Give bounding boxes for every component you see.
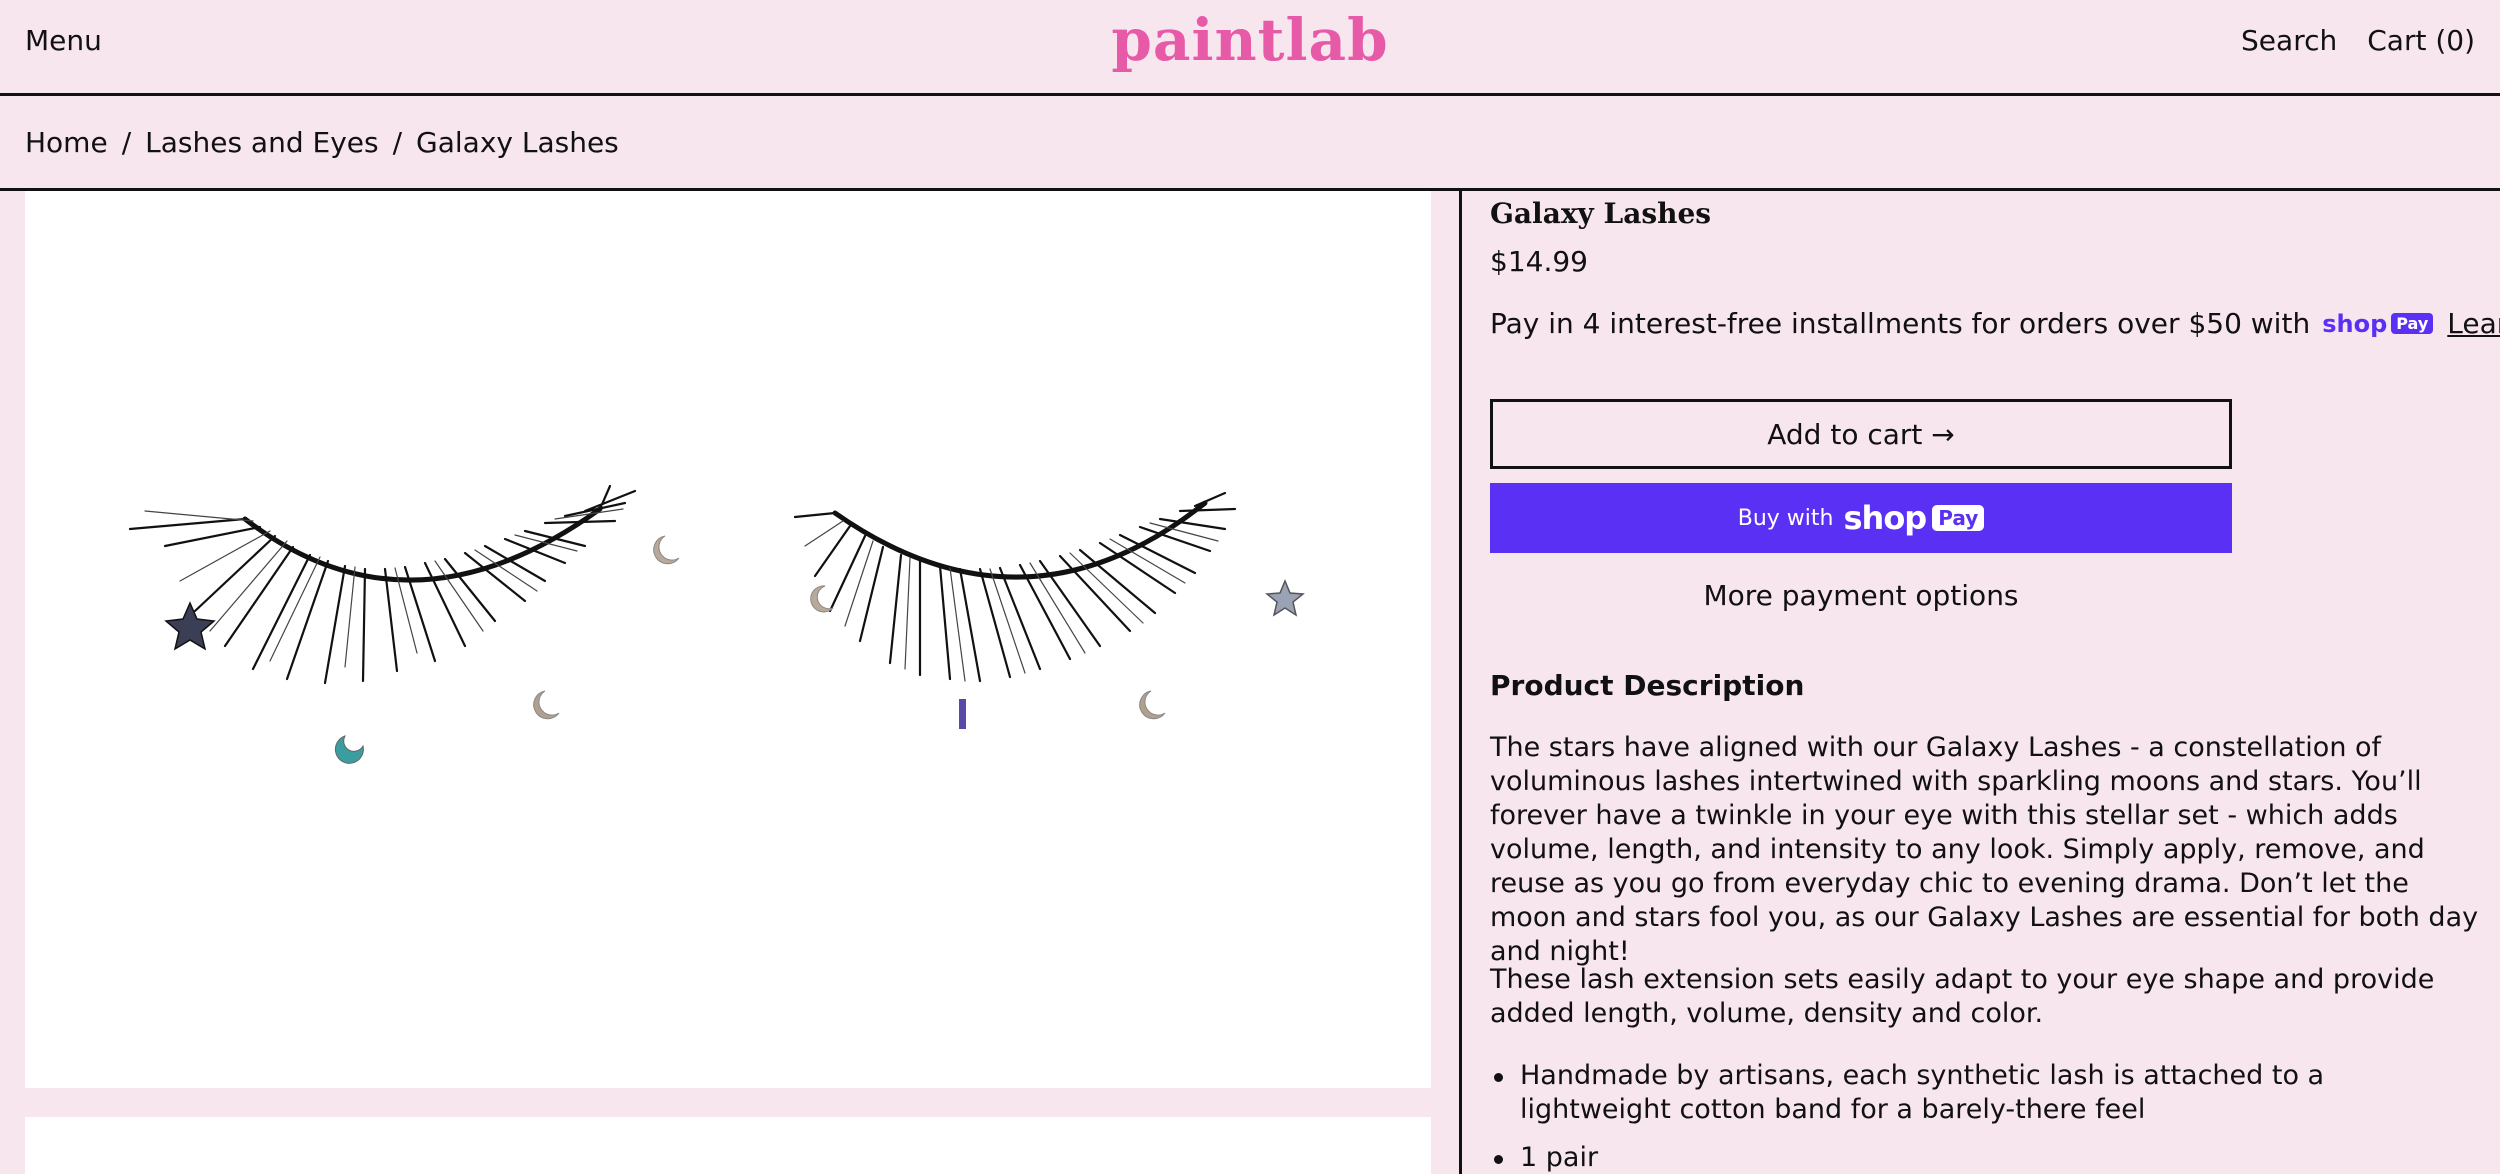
installments-text: Pay in 4 interest-free installments for … [1490,307,2311,340]
list-item: 1 pair [1490,1141,2480,1174]
breadcrumb-separator: / [121,125,132,159]
list-item: Handmade by artisans, each synthetic las… [1490,1059,2480,1127]
shoppay-badge-shop: shop [2322,309,2388,338]
right-lash [793,491,1237,683]
breadcrumb: Home / Lashes and Eyes / Galaxy Lashes [0,96,2500,191]
shoppay-badge-pay: Pay [2391,313,2434,334]
buy-with-label: Buy with [1737,505,1834,531]
logo-container: paintlab [0,6,2500,74]
product-title: Galaxy Lashes [1490,197,1712,230]
shop-wordmark: shop [1843,499,1927,537]
add-to-cart-button[interactable]: Add to cart → [1490,399,2232,469]
shoppay-logo-icon: shop Pay [2322,309,2434,338]
column-divider [1459,191,1462,1174]
site-header: Menu paintlab Search Cart (0) [0,0,2500,96]
cart-button[interactable]: Cart (0) [2367,24,2475,57]
left-lash [128,484,637,685]
description-heading: Product Description [1490,669,1805,702]
buy-with-shoppay-button[interactable]: Buy with shop Pay [1490,483,2232,553]
learn-more-link[interactable]: Learn more [2447,307,2500,340]
breadcrumb-home[interactable]: Home [25,126,108,159]
breadcrumb-separator: / [392,125,403,159]
product-image-secondary[interactable] [25,1117,1431,1174]
breadcrumb-lashes-and-eyes[interactable]: Lashes and Eyes [145,126,378,159]
description-paragraph: These lash extension sets easily adapt t… [1490,964,2435,1029]
logo[interactable]: paintlab [1111,6,1388,74]
product-image[interactable] [25,191,1431,1088]
installments-message: Pay in 4 interest-free installments for … [1490,307,2500,340]
lashes-illustration [128,484,1305,764]
breadcrumb-current[interactable]: Galaxy Lashes [416,126,619,159]
search-button[interactable]: Search [2241,24,2337,57]
pay-wordmark: Pay [1932,505,1985,531]
description-paragraph: The stars have aligned with our Galaxy L… [1490,732,2479,967]
header-actions: Search Cart (0) [2241,24,2475,57]
more-payment-options-link[interactable]: More payment options [1490,579,2232,612]
product-price: $14.99 [1490,245,1588,278]
feature-list: Handmade by artisans, each synthetic las… [1490,1059,2480,1174]
